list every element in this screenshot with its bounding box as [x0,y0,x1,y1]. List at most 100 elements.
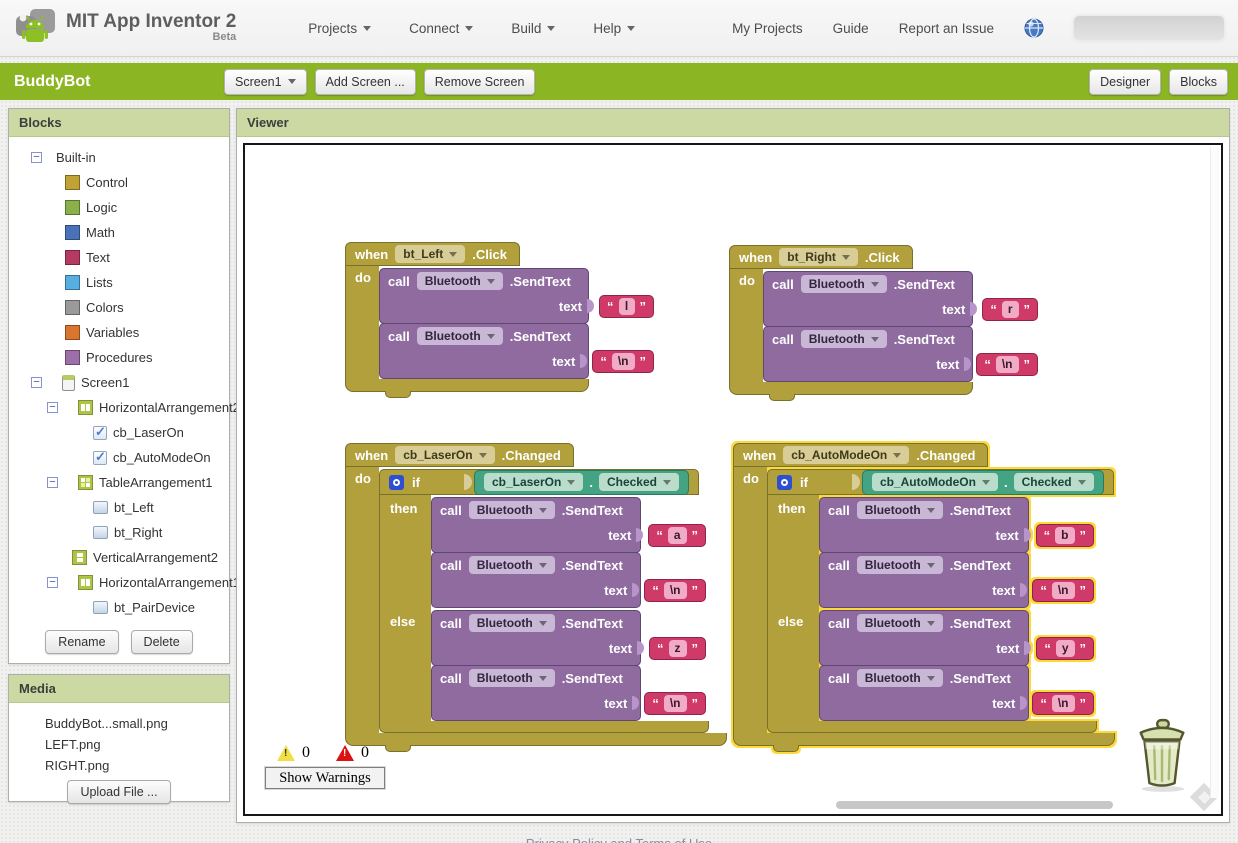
tree-item-horizontalarrangement1[interactable]: HorizontalArrangement1 [9,570,240,595]
text-string-block[interactable]: “\n” [976,352,1038,376]
trash-icon[interactable] [1131,717,1193,793]
text-value-field[interactable]: \n [1051,581,1075,599]
vertical-scrollbar[interactable] [1210,147,1219,798]
text-value-field[interactable]: \n [1051,694,1075,712]
text-string-block[interactable]: “\n” [1032,578,1094,602]
component-dropdown[interactable]: cb_AutoModeOn [783,446,910,464]
text-value-field[interactable]: \n [663,581,687,599]
mutator-gear-icon[interactable] [777,474,792,490]
text-value-field[interactable]: z [668,639,687,657]
property-getter-block[interactable]: cb_AutoModeOn. Checked [861,469,1104,495]
tree-item-tablearrangement1[interactable]: TableArrangement1 [9,470,229,495]
media-file[interactable]: BuddyBot...small.png [45,713,229,734]
component-dropdown[interactable]: Bluetooth [856,501,943,519]
show-warnings-button[interactable]: Show Warnings [265,767,385,789]
remove-screen-button[interactable]: Remove Screen [423,68,536,95]
text-value-field[interactable]: y [1055,639,1075,657]
if-then-else-block[interactable]: if cb_LaserOn. Checked then call Bluetooth .Se… [379,469,709,733]
tree-item-horizontalarrangement2[interactable]: HorizontalArrangement2 [9,395,240,420]
link-my-projects[interactable]: My Projects [732,21,803,36]
component-dropdown[interactable]: cb_LaserOn [395,446,495,464]
collapse-icon[interactable] [47,577,58,588]
link-report-issue[interactable]: Report an Issue [899,21,994,36]
palette-item-logic[interactable]: Logic [9,195,229,220]
palette-item-text[interactable]: Text [9,245,229,270]
text-string-block[interactable]: “l” [599,294,654,318]
text-value-field[interactable]: b [1055,526,1075,544]
call-bluetooth-sendtext-block[interactable]: call Bluetooth .SendText text “y” [819,610,1094,666]
call-bluetooth-sendtext-block[interactable]: call Bluetooth .SendText text “\n” [379,323,654,379]
tree-item-built-in[interactable]: Built-in [9,145,229,170]
block-when-cb-laseron-changed[interactable]: when cb_LaserOn .Changed do if cb_LaserOn. Che… [345,443,727,752]
palette-item-procedures[interactable]: Procedures [9,345,229,370]
collapse-icon[interactable] [31,152,42,163]
text-value-field[interactable]: \n [995,355,1019,373]
call-bluetooth-sendtext-block[interactable]: call Bluetooth .SendText text “z” [431,610,706,666]
blocks-canvas[interactable]: ! 0 ! 0 Show Warnings when bt_Left .Click d… [243,143,1223,816]
tree-item-cb-laseron[interactable]: cb_LaserOn [9,420,229,445]
menu-help[interactable]: Help [593,21,636,36]
text-string-block[interactable]: “\n” [644,691,706,715]
call-bluetooth-sendtext-block[interactable]: call Bluetooth .SendText text “\n” [431,552,706,608]
link-guide[interactable]: Guide [833,21,869,36]
block-when-cb-automodeon-changed[interactable]: when cb_AutoModeOn .Changed do if cb_AutoMode… [733,443,1115,752]
text-string-block[interactable]: “y” [1036,636,1094,660]
tree-item-cb-automodeon[interactable]: cb_AutoModeOn [9,445,229,470]
text-value-field[interactable]: \n [611,352,635,370]
menu-connect[interactable]: Connect [409,21,474,36]
call-bluetooth-sendtext-block[interactable]: call Bluetooth .SendText text “\n” [819,665,1094,721]
footer-link[interactable]: Privacy Policy and Terms of Use [0,836,1238,843]
add-screen-button[interactable]: Add Screen ... [314,68,416,95]
component-dropdown[interactable]: Bluetooth [468,669,555,687]
delete-button[interactable]: Delete [130,630,193,654]
text-string-block[interactable]: “a” [648,523,706,547]
tree-item-bt-left[interactable]: bt_Left [9,495,229,520]
collapse-icon[interactable] [47,402,58,413]
component-dropdown[interactable]: Bluetooth [416,327,503,345]
text-string-block[interactable]: “b” [1035,523,1094,547]
call-bluetooth-sendtext-block[interactable]: call Bluetooth .SendText text “\n” [819,552,1094,608]
media-file[interactable]: RIGHT.png [45,755,229,776]
block-when-bt-right-click[interactable]: when bt_Right .Click do call Bluetooth .SendTe… [729,245,1038,401]
designer-button[interactable]: Designer [1089,68,1162,95]
tree-item-bt-right[interactable]: bt_Right [9,520,229,545]
component-dropdown[interactable]: Bluetooth [416,272,503,290]
palette-item-colors[interactable]: Colors [9,295,229,320]
tree-item-screen1[interactable]: Screen1 [9,370,229,395]
component-dropdown[interactable]: Bluetooth [856,614,943,632]
account-area-blurred[interactable] [1074,16,1224,40]
media-file[interactable]: LEFT.png [45,734,229,755]
property-getter-block[interactable]: cb_LaserOn. Checked [473,469,689,495]
text-string-block[interactable]: “\n” [644,578,706,602]
menu-projects[interactable]: Projects [308,21,372,36]
component-dropdown[interactable]: Bluetooth [856,556,943,574]
call-bluetooth-sendtext-block[interactable]: call Bluetooth .SendText text “a” [431,497,706,553]
text-string-block[interactable]: “z” [649,636,706,660]
component-dropdown[interactable]: Bluetooth [800,330,887,348]
tree-item-verticalarrangement2[interactable]: VerticalArrangement2 [9,545,229,570]
collapse-icon[interactable] [47,477,58,488]
component-dropdown[interactable]: bt_Left [395,245,466,263]
block-when-bt-left-click[interactable]: when bt_Left .Click do call Bluetooth .SendTex… [345,242,654,398]
property-dropdown[interactable]: Checked [598,473,679,491]
text-value-field[interactable]: \n [663,694,687,712]
screen-selector[interactable]: Screen1 [224,68,307,95]
component-dropdown[interactable]: cb_LaserOn [483,473,584,491]
palette-item-variables[interactable]: Variables [9,320,229,345]
call-bluetooth-sendtext-block[interactable]: call Bluetooth .SendText text “r” [763,271,1038,327]
text-string-block[interactable]: “\n” [1032,691,1094,715]
component-dropdown[interactable]: cb_AutoModeOn [871,473,998,491]
upload-file-button[interactable]: Upload File ... [67,780,171,804]
palette-item-math[interactable]: Math [9,220,229,245]
palette-item-control[interactable]: Control [9,170,229,195]
component-dropdown[interactable]: Bluetooth [800,275,887,293]
property-dropdown[interactable]: Checked [1013,473,1094,491]
text-string-block[interactable]: “r” [982,297,1038,321]
warning-counter[interactable]: ! 0 [277,744,310,762]
if-then-else-block[interactable]: if cb_AutoModeOn. Checked then call Bluetooth… [767,469,1114,733]
text-string-block[interactable]: “\n” [592,349,654,373]
palette-item-lists[interactable]: Lists [9,270,229,295]
text-value-field[interactable]: r [1001,300,1019,318]
component-dropdown[interactable]: Bluetooth [468,614,555,632]
call-bluetooth-sendtext-block[interactable]: call Bluetooth .SendText text “l” [379,268,654,324]
